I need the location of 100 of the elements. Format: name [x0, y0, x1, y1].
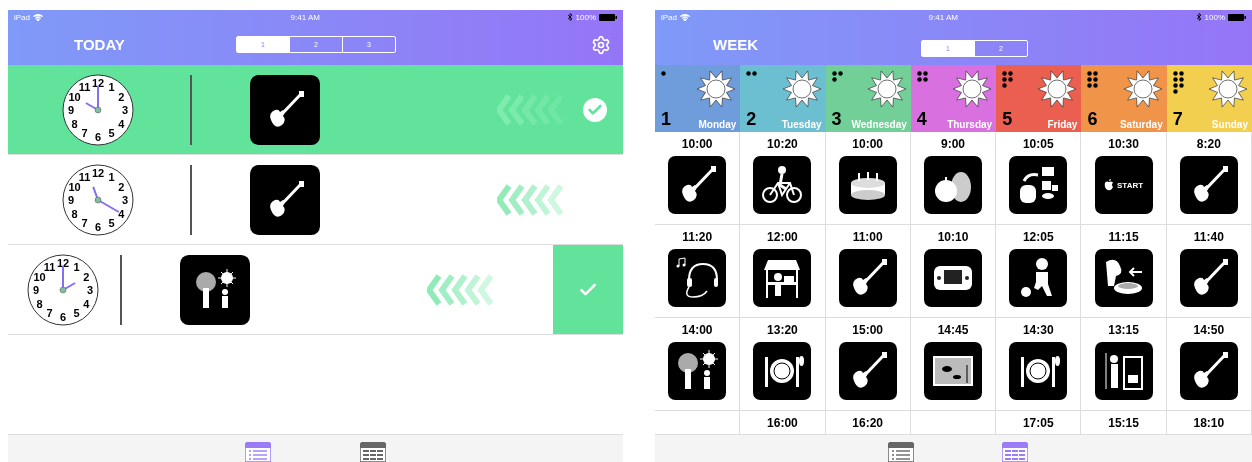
schedule-cell[interactable]: 14:50 [1166, 318, 1252, 412]
event-time: 10:10 [937, 230, 969, 245]
day-name: Friday [1047, 119, 1078, 131]
sun-icon [781, 68, 822, 109]
schedule-cell[interactable]: 10:00 [655, 132, 741, 226]
schedule-cell[interactable]: 11:15 [1081, 225, 1167, 319]
schedule-cell[interactable]: 15:00 [825, 318, 911, 412]
battery-icon [1228, 13, 1246, 21]
event-time: 11:15 [1108, 230, 1139, 245]
braille-dots-icon [916, 70, 928, 82]
wifi-icon [680, 13, 690, 21]
day-number: 6 [1087, 109, 1098, 131]
day-number: 3 [831, 109, 842, 131]
schedule-cell[interactable]: 9:00 [910, 132, 997, 226]
event-time: 11:20 [682, 230, 713, 245]
braille-dots-icon [1087, 70, 1099, 88]
day-name: Thursday [947, 119, 993, 131]
event-time: 14:00 [681, 323, 713, 338]
event-time: 14:50 [1193, 323, 1225, 338]
event-time: 11:40 [1193, 230, 1224, 245]
battery-percentage: 100% [1204, 12, 1225, 22]
schedule-cell[interactable]: 10:00 [825, 132, 911, 226]
wifi-icon [33, 13, 43, 21]
schedule-cell[interactable]: 11:40 [1166, 225, 1252, 319]
status-time: 9:41 AM [927, 12, 959, 22]
day-number: 5 [1002, 109, 1013, 131]
sun-icon [866, 68, 907, 109]
schedule-cell[interactable]: 10:05 [996, 132, 1082, 226]
schedule-cell[interactable]: 14:00 [655, 318, 741, 412]
screen-title: WEEK [713, 35, 759, 53]
schedule-cell[interactable]: 10:30 START [1081, 132, 1167, 226]
sun-icon [1037, 68, 1078, 109]
day-name: Saturday [1119, 119, 1163, 131]
event-time: 10:05 [1022, 137, 1054, 152]
event-time: 17:05 [1022, 416, 1054, 431]
schedule-cell[interactable]: 13:20 [740, 318, 826, 412]
clock-drawing: 1112 1 10 2 9 3 8 4 7 6 5 [62, 163, 134, 236]
schedule-cell[interactable]: 10:20 [740, 132, 826, 226]
schedule-cell[interactable]: 12:00 [740, 225, 826, 319]
chevrons-icon [497, 183, 565, 216]
event-time: 16:20 [852, 416, 884, 431]
braille-dots-icon [831, 70, 843, 82]
day-name: Tuesday [781, 119, 822, 131]
schedule-cell[interactable]: 13:15 [1081, 318, 1167, 412]
chevrons-icon [427, 273, 495, 306]
event-time: 10:20 [767, 137, 798, 152]
event-time: 9:00 [940, 137, 965, 152]
sun-icon [1208, 68, 1248, 109]
day-name: Wednesday [851, 119, 907, 131]
braille-dots-icon [1002, 70, 1014, 88]
event-time: 10:00 [852, 137, 884, 152]
event-time: 18:10 [1193, 416, 1225, 431]
grid-tab[interactable] [360, 442, 386, 462]
battery-icon [599, 13, 617, 21]
settings-icon[interactable] [591, 34, 611, 55]
day-number: 2 [746, 109, 757, 131]
headphones-icon [675, 256, 720, 301]
sun-icon [696, 68, 737, 109]
start-label: START [1117, 180, 1144, 190]
screen-title: TODAY [74, 36, 126, 53]
schedule-cell[interactable]: 11:00 [825, 225, 911, 319]
bluetooth-icon [567, 13, 573, 21]
schedule-cell[interactable]: 11:20 [655, 225, 741, 319]
event-time: 12:05 [1022, 230, 1054, 245]
sun-icon [1122, 68, 1163, 109]
apple-icon [1104, 179, 1114, 192]
braille-dots-icon [746, 70, 758, 76]
event-time: 15:00 [852, 323, 884, 338]
chevrons-icon [497, 93, 565, 126]
schedule-cell[interactable]: 12:05 [996, 225, 1082, 319]
status-time: 9:41 AM [289, 12, 321, 22]
event-time: 12:00 [767, 230, 798, 245]
event-time: 15:15 [1108, 416, 1139, 431]
braille-dots-icon [1172, 70, 1184, 94]
device-name: iPad [14, 12, 30, 22]
event-time: 14:45 [937, 323, 969, 338]
list-tab[interactable] [245, 442, 271, 462]
schedule-cell[interactable]: 14:30 [996, 318, 1082, 412]
schedule-cell[interactable]: 14:45 [910, 318, 997, 412]
day-name: Monday [698, 119, 737, 131]
list-tab[interactable] [888, 442, 914, 462]
device-name: iPad [661, 12, 677, 22]
day-name: Sunday [1211, 119, 1248, 131]
day-number: 7 [1172, 109, 1183, 131]
schedule-cell[interactable]: 10:10 [910, 225, 997, 319]
grid-tab[interactable] [1002, 442, 1028, 462]
check-icon [583, 97, 607, 122]
braille-dots-icon [661, 70, 666, 76]
event-time: 13:15 [1108, 323, 1139, 338]
sun-icon [952, 68, 993, 109]
event-time: 11:00 [852, 230, 883, 245]
bluetooth-icon [1196, 13, 1202, 21]
event-time: 16:00 [767, 416, 798, 431]
day-number: 4 [916, 109, 927, 131]
event-time: 8:20 [1196, 137, 1221, 152]
day-number: 1 [661, 109, 671, 131]
event-time: 10:00 [681, 137, 713, 152]
event-time: 13:20 [767, 323, 798, 338]
schedule-cell[interactable]: 8:20 [1166, 132, 1252, 226]
event-time: 14:30 [1022, 323, 1054, 338]
